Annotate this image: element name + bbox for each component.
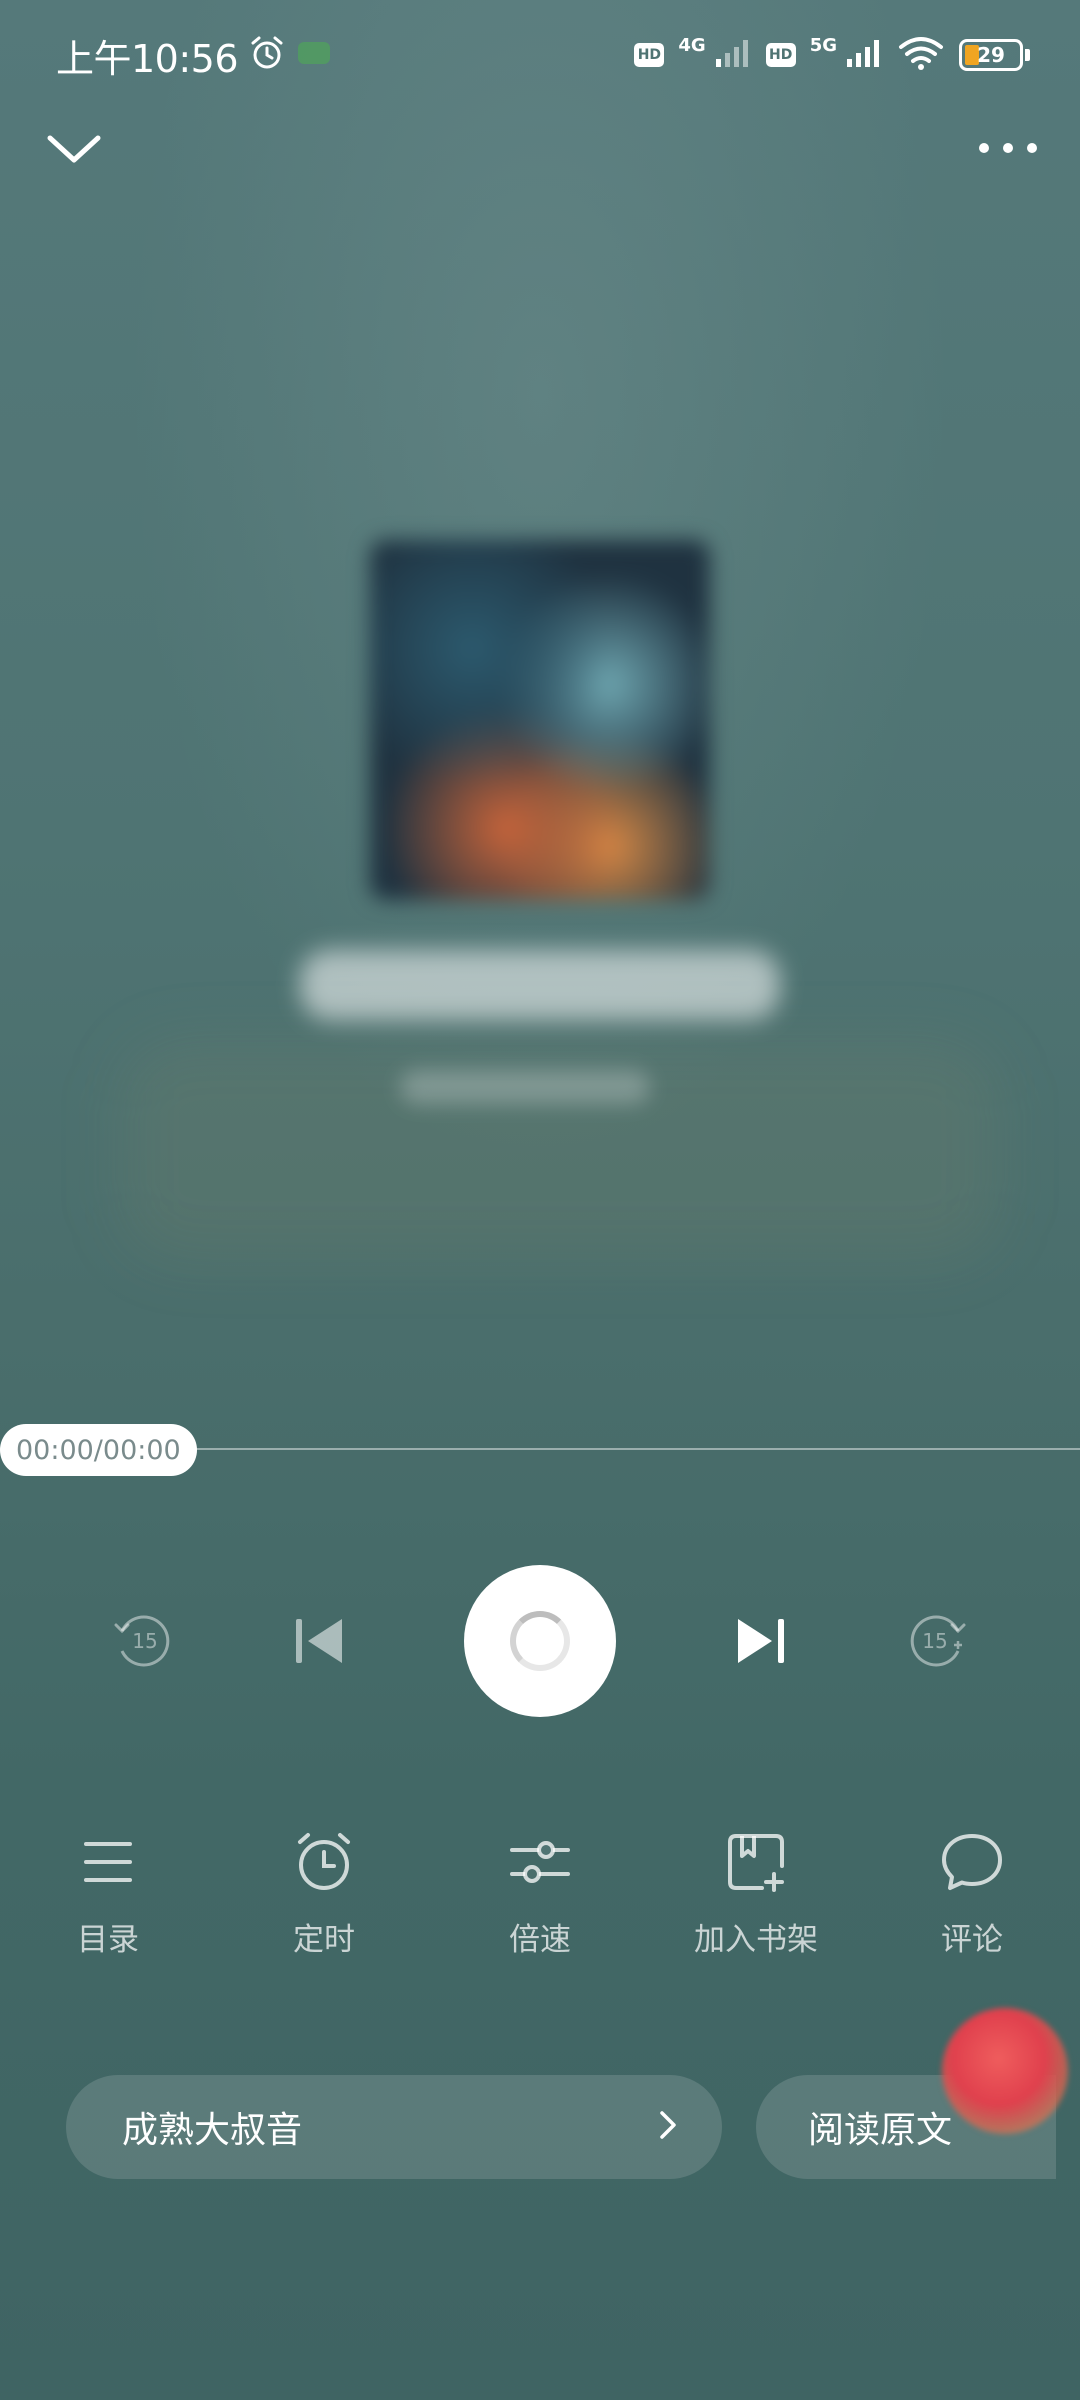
voice-select-button[interactable]: 成熟大叔音 (66, 2075, 722, 2179)
rewind-seconds-label: 15 (132, 1629, 157, 1653)
alarm-icon (248, 34, 286, 76)
blurred-chapter-subtitle (400, 1070, 650, 1104)
action-add-bookshelf[interactable]: 加入书架 (656, 1830, 856, 1980)
battery-nub (1025, 49, 1030, 61)
action-comment[interactable]: 评论 (872, 1830, 1072, 1980)
action-speed-label: 倍速 (509, 1922, 571, 1958)
loading-spinner-icon (510, 1611, 570, 1671)
action-add-bookshelf-label: 加入书架 (694, 1922, 818, 1958)
signal-icon-1 (714, 37, 752, 73)
sliders-icon (508, 1830, 572, 1894)
skip-previous-icon (296, 1619, 342, 1663)
top-nav (0, 110, 1080, 190)
forward-seconds-label: 15 (922, 1629, 947, 1653)
more-options-icon[interactable] (976, 138, 1040, 162)
action-catalog-label: 目录 (77, 1922, 139, 1958)
action-comment-label: 评论 (941, 1922, 1003, 1958)
collapse-chevron-down-icon[interactable] (44, 126, 104, 174)
list-icon (76, 1830, 140, 1894)
forward-15-button[interactable]: 15 (904, 1607, 972, 1675)
wechat-notification-icon (296, 38, 332, 72)
battery-percentage: 29 (977, 43, 1005, 67)
playback-controls: 15 15 (0, 1565, 1080, 1717)
status-time: 上午10:56 (56, 36, 239, 81)
book-cover-image (370, 540, 710, 900)
battery-indicator: 29 (959, 39, 1023, 71)
action-catalog[interactable]: 目录 (8, 1830, 208, 1980)
hd-badge-2: HD (765, 43, 796, 67)
action-row: 目录 定时 倍速 加入书架 评论 (0, 1830, 1080, 1980)
network-type-2: 5G (809, 34, 837, 56)
bookshelf-add-icon (724, 1830, 788, 1894)
rewind-15-button[interactable]: 15 (108, 1607, 176, 1675)
play-pause-button[interactable] (464, 1565, 616, 1717)
wifi-icon (897, 35, 945, 75)
rewind-icon: 15 (114, 1615, 170, 1667)
skip-next-icon (738, 1619, 784, 1663)
comment-icon (940, 1830, 1004, 1894)
alarm-clock-icon (292, 1830, 356, 1894)
status-bar: 上午10:56 HD 4G HD 5G 29 (0, 0, 1080, 110)
progress-time-thumb[interactable]: 00:00/00:00 (0, 1424, 197, 1476)
action-speed[interactable]: 倍速 (440, 1830, 640, 1980)
action-timer[interactable]: 定时 (224, 1830, 424, 1980)
previous-track-button[interactable] (290, 1611, 350, 1671)
next-track-button[interactable] (730, 1611, 790, 1671)
blurred-book-title (300, 950, 780, 1020)
fast-forward-icon: 15 (910, 1615, 966, 1667)
chevron-right-icon (656, 2107, 680, 2147)
read-original-label: 阅读原文 (808, 2110, 953, 2151)
floating-red-ball[interactable] (942, 2008, 1068, 2134)
hd-badge-1: HD (634, 43, 665, 67)
action-timer-label: 定时 (293, 1922, 355, 1958)
voice-select-label: 成熟大叔音 (122, 2110, 303, 2151)
signal-icon-2 (845, 37, 883, 73)
network-type-1: 4G (678, 34, 706, 56)
